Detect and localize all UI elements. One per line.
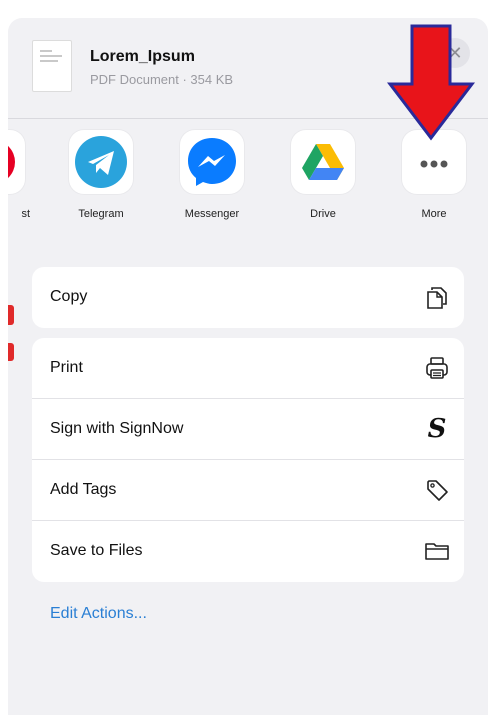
action-label: Save to Files [50,542,143,559]
document-subtitle: PDF Document · 354 KB [90,72,234,87]
app-more[interactable]: More [395,130,473,220]
app-label: Messenger [184,208,240,220]
pinterest-edge-mark [8,305,14,325]
action-label: Add Tags [50,481,117,498]
folder-icon [425,543,449,560]
action-add-tags[interactable]: Add Tags [32,460,464,521]
app-label: Telegram [78,208,124,220]
app-label: st [21,208,30,220]
pinterest-icon [8,130,25,194]
copy-icon [427,287,447,309]
action-print[interactable]: Print [32,338,464,399]
app-pinterest[interactable]: st [8,130,32,220]
app-row: st Telegram Messenger Drive More [8,130,488,250]
action-label: Sign with SignNow [50,420,184,437]
app-label: Drive [310,208,336,220]
action-label: Print [50,359,83,376]
pinterest-edge-mark [8,343,14,361]
messenger-icon [180,130,244,194]
action-label: Copy [50,288,88,305]
app-label: More [421,208,447,220]
telegram-icon [69,130,133,194]
app-drive[interactable]: Drive [284,130,362,220]
document-thumbnail [32,40,72,92]
app-telegram[interactable]: Telegram [62,130,140,220]
signnow-icon: S [427,414,447,444]
edit-actions-link[interactable]: Edit Actions... [50,605,147,623]
actions-group: Print Sign with SignNow S Add Tags Save … [32,338,464,582]
app-messenger[interactable]: Messenger [173,130,251,220]
action-save-to-files[interactable]: Save to Files [32,521,464,582]
document-title: Lorem_Ipsum [90,48,195,65]
action-copy[interactable]: Copy [32,267,464,328]
google-drive-icon [291,130,355,194]
print-icon [426,357,448,379]
action-sign-with-signnow[interactable]: Sign with SignNow S [32,399,464,460]
tag-icon [427,480,448,501]
copy-group: Copy [32,267,464,328]
red-arrow-annotation [386,24,476,141]
